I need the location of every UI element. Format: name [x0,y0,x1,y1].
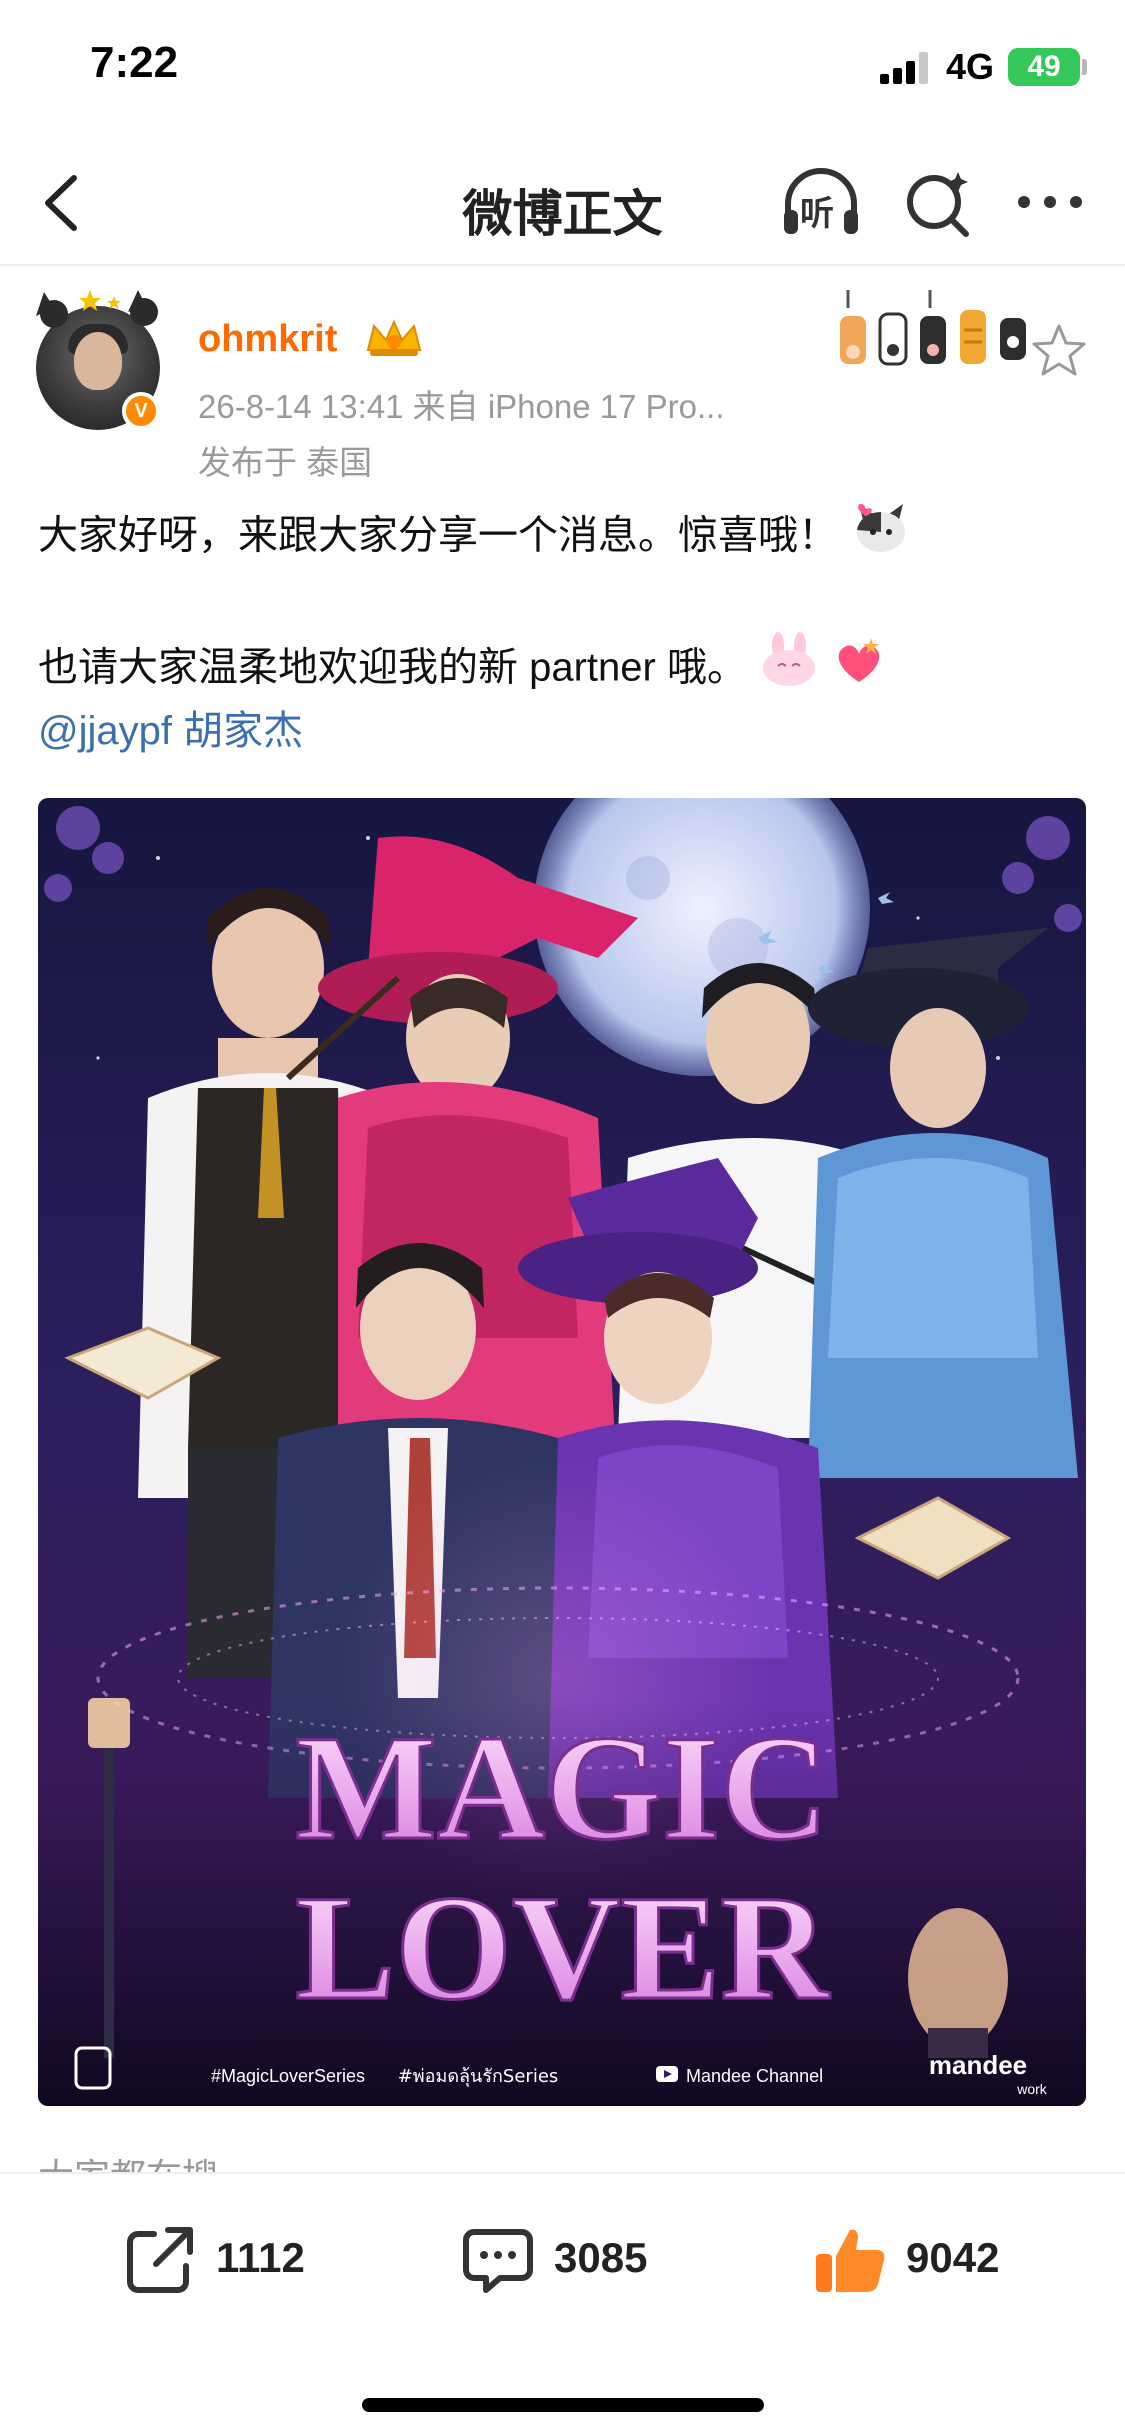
magic-lover-poster: MAGIC LOVER #MagicLoverSeries #พ่อมดลุ้น… [38,798,1086,2106]
status-time: 7:22 [90,38,179,87]
comment-button[interactable]: 3085 [458,2220,688,2300]
bunny-emoji-icon [758,632,820,708]
network-type: 4G [946,46,995,87]
signal-strength-icon [880,52,932,84]
poster-title-line1: MAGIC [295,1705,828,1871]
post-text-line-1: 大家好呀，来跟大家分享一个消息。惊喜哦！ [38,500,913,576]
post-text-line-2: 也请大家温柔地欢迎我的新 partner 哦。 [38,632,887,708]
comment-icon [463,2229,533,2293]
mention-link[interactable]: @jjaypf 胡家杰 [38,698,303,764]
more-button[interactable] [1010,174,1090,230]
listen-label: 听 [800,195,834,233]
poster-brand: mandee [929,2050,1027,2080]
post-location: 发布于 泰国 [198,444,373,481]
poster-hashtag-1: #MagicLoverSeries [211,2066,365,2086]
comment-count: 3085 [554,2234,648,2281]
back-chevron-icon [45,175,77,231]
repost-count: 1112 [216,2234,305,2281]
listen-button[interactable]: 听 [778,160,864,246]
star-outline-icon [1032,324,1086,376]
search-icon [907,172,969,237]
poster-hashtag-2: #พ่อมดลุ้นรักSeries [398,2066,559,2087]
battery-icon: 49 [1008,48,1080,86]
post-meta: 26-8-14 13:41 来自 iPhone 17 Pro... [198,388,725,425]
battery-level: 49 [1027,50,1061,83]
post-text-line2: 也请大家温柔地欢迎我的新 partner 哦。 [38,645,747,690]
post-header: V ohmkrit 26-8-14 13:41 来自 iPhone 17 Pro… [0,266,1125,486]
back-button[interactable] [30,168,100,238]
like-count: 9042 [906,2234,1000,2281]
nav-bar: 微博正文 听 [0,140,1125,266]
like-button[interactable]: 9042 [810,2220,1040,2300]
heart-emoji-icon [831,632,887,708]
search-button[interactable] [900,166,976,242]
cat-paws-decoration-icon [840,290,1026,366]
poster-channel: Mandee Channel [686,2066,823,2086]
avatar-cat-frame-icon [36,290,158,328]
repost-button[interactable]: 1112 [120,2220,340,2300]
author-name[interactable]: ohmkrit [198,318,337,361]
avatar-face [74,332,122,390]
more-icon [1018,196,1082,208]
home-indicator[interactable] [362,2398,764,2412]
favorite-button[interactable] [1030,322,1088,380]
status-bar: 7:22 4G 49 [0,0,1125,140]
verified-badge: V [122,392,160,430]
poster-brand-sub: work [1016,2081,1048,2097]
repost-icon [127,2227,193,2293]
thumbs-up-icon [816,2229,885,2292]
vip-crown-icon [366,319,422,356]
battery-tip [1082,59,1087,75]
poster-title-line2: LOVER [295,1865,830,2031]
cat-emoji-icon [849,500,913,576]
post-image[interactable]: MAGIC LOVER #MagicLoverSeries #พ่อมดลุ้น… [38,798,1086,2106]
post-text-line1: 大家好呀，来跟大家分享一个消息。惊喜哦！ [38,513,838,558]
action-bar: 1112 3085 9042 [0,2172,1125,2436]
